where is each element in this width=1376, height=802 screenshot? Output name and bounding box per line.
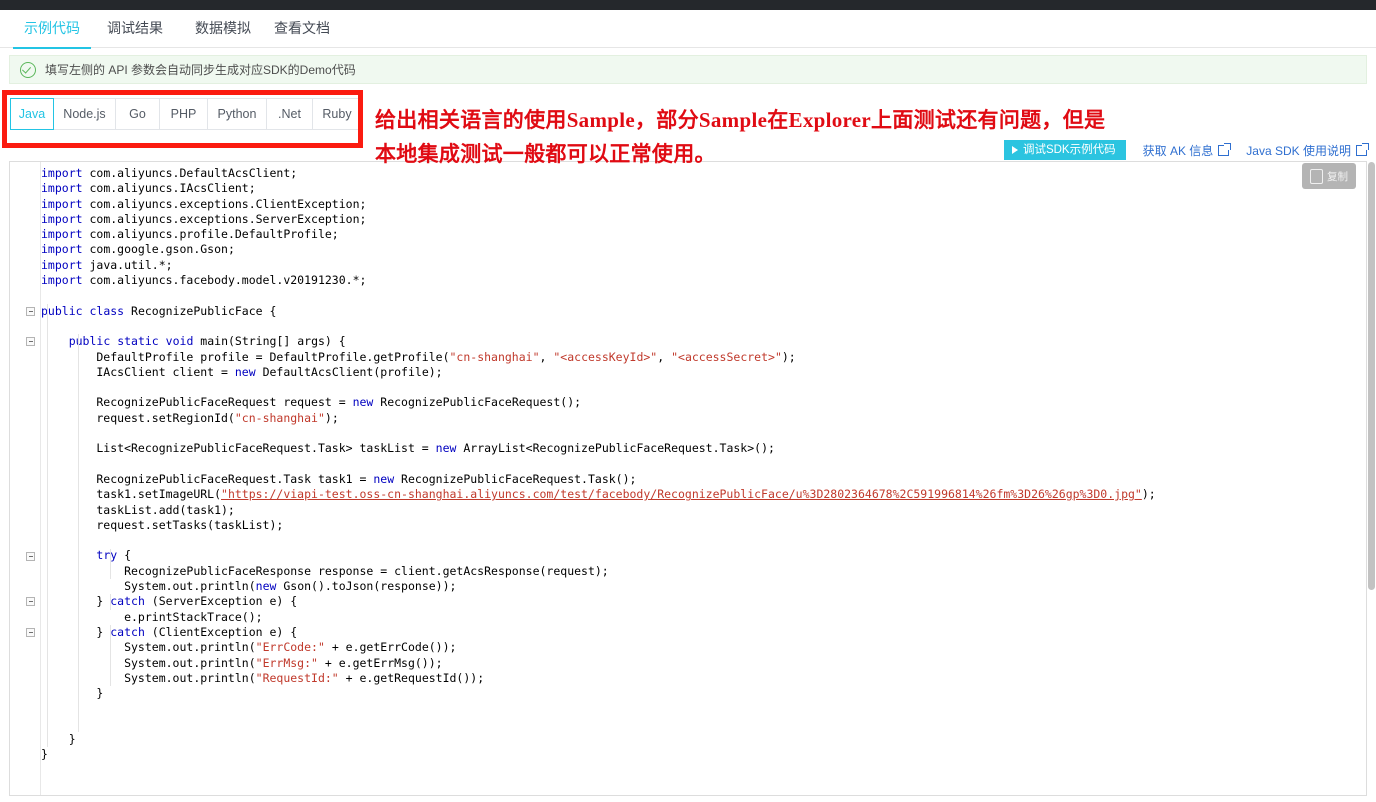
- code-line: import com.aliyuncs.exceptions.ClientExc…: [41, 196, 367, 211]
- code-line: import com.aliyuncs.facebody.model.v2019…: [41, 273, 367, 288]
- code-fold-toggle[interactable]: [26, 306, 35, 316]
- code-line: IAcsClient client = new DefaultAcsClient…: [41, 364, 443, 379]
- code-toolbar: 调试SDK示例代码 获取 AK 信息 Java SDK 使用说明: [1003, 140, 1369, 160]
- annotation-line-1: 给出相关语言的使用Sample，部分Sample在Explorer上面测试还有问…: [375, 108, 1106, 132]
- copy-code-button[interactable]: 复制: [1302, 163, 1356, 189]
- code-line: request.setTasks(taskList);: [41, 517, 284, 532]
- main-tab-bar: 示例代码 调试结果 数据模拟 查看文档: [0, 10, 1376, 49]
- indent-guide: [47, 303, 48, 748]
- language-tab-java[interactable]: Java: [10, 98, 54, 130]
- notice-text: 填写左侧的 API 参数会自动同步生成对应SDK的Demo代码: [45, 63, 356, 77]
- tab-debug-result[interactable]: 调试结果: [105, 10, 165, 47]
- run-sdk-sample-label: 调试SDK示例代码: [1022, 144, 1116, 156]
- code-line: e.printStackTrace();: [41, 609, 263, 624]
- code-fold-toggle[interactable]: [26, 337, 35, 347]
- code-line: import com.aliyuncs.exceptions.ServerExc…: [41, 211, 367, 226]
- code-fold-toggle[interactable]: [26, 597, 35, 607]
- get-ak-info-link[interactable]: 获取 AK 信息: [1142, 142, 1232, 159]
- language-tab-go[interactable]: Go: [116, 98, 160, 130]
- tab-view-docs[interactable]: 查看文档: [272, 10, 332, 47]
- code-line: RecognizePublicFaceResponse response = c…: [41, 563, 609, 578]
- code-line: import com.aliyuncs.profile.DefaultProfi…: [41, 227, 339, 242]
- external-link-icon: [1356, 142, 1369, 156]
- language-tab-ruby[interactable]: Ruby: [313, 98, 362, 130]
- code-line: RecognizePublicFaceRequest.Task task1 = …: [41, 471, 637, 486]
- code-line: import com.aliyuncs.IAcsClient;: [41, 181, 256, 196]
- code-gutter: [10, 162, 41, 795]
- copy-document-icon: [1310, 168, 1323, 184]
- play-icon: [1011, 146, 1018, 154]
- code-line: task1.setImageURL("https://viapi-test.os…: [41, 487, 1156, 502]
- language-tab-python[interactable]: Python: [208, 98, 267, 130]
- code-line: try {: [96, 548, 132, 563]
- language-tab-row: Java Node.js Go PHP Python .Net Ruby: [10, 98, 362, 130]
- code-line: }: [41, 747, 48, 762]
- code-panel[interactable]: import com.aliyuncs.DefaultAcsClient; imp…: [9, 161, 1367, 796]
- code-line: public static void main(String[] args) {: [68, 334, 346, 349]
- external-link-icon: [1218, 142, 1232, 156]
- code-content[interactable]: import com.aliyuncs.DefaultAcsClient; imp…: [41, 166, 1366, 795]
- top-dark-bar: [0, 0, 1376, 10]
- notice-bar: 填写左侧的 API 参数会自动同步生成对应SDK的Demo代码: [9, 55, 1367, 84]
- java-sdk-docs-link[interactable]: Java SDK 使用说明: [1246, 142, 1369, 159]
- tab-data-mock[interactable]: 数据模拟: [193, 10, 253, 47]
- code-line: System.out.println("ErrMsg:" + e.getErrM…: [41, 655, 443, 670]
- check-circle-icon: [20, 61, 36, 78]
- code-line: System.out.println(new Gson().toJson(res…: [41, 579, 457, 594]
- code-line: }: [41, 686, 104, 701]
- code-line: List<RecognizePublicFaceRequest.Task> ta…: [41, 441, 775, 456]
- code-line: System.out.println("RequestId:" + e.getR…: [41, 670, 485, 685]
- code-fold-toggle[interactable]: [26, 628, 35, 637]
- java-sdk-docs-label: Java SDK 使用说明: [1246, 143, 1351, 158]
- code-line: } catch (ClientException e) {: [41, 624, 298, 639]
- vertical-scrollbar-thumb[interactable]: [1368, 162, 1375, 590]
- indent-guide: [110, 548, 111, 580]
- code-line: request.setRegionId("cn-shanghai");: [41, 410, 339, 425]
- get-ak-info-label: 获取 AK 信息: [1142, 143, 1214, 158]
- code-line: import com.google.gson.Gson;: [41, 242, 235, 257]
- code-line: public class RecognizePublicFace {: [41, 303, 277, 318]
- code-line: } catch (ServerException e) {: [41, 594, 298, 609]
- indent-guide: [78, 334, 79, 733]
- code-line: DefaultProfile profile = DefaultProfile.…: [41, 349, 796, 364]
- code-line: RecognizePublicFaceRequest request = new…: [41, 395, 582, 410]
- code-fold-toggle[interactable]: [26, 551, 35, 561]
- code-line: import java.util.*;: [41, 257, 173, 272]
- code-line: System.out.println("ErrCode:" + e.getErr…: [41, 640, 457, 655]
- horizontal-scrollbar-track[interactable]: [9, 796, 1367, 802]
- code-line: }: [41, 731, 76, 746]
- copy-code-label: 复制: [1327, 170, 1348, 183]
- language-tab-net[interactable]: .Net: [267, 98, 313, 130]
- indent-guide: [110, 625, 111, 687]
- tab-sample-code[interactable]: 示例代码: [13, 10, 91, 49]
- language-tab-php[interactable]: PHP: [160, 98, 208, 130]
- language-tab-node-js[interactable]: Node.js: [54, 98, 116, 130]
- run-sdk-sample-button[interactable]: 调试SDK示例代码: [1003, 140, 1126, 160]
- code-line: taskList.add(task1);: [41, 502, 235, 517]
- code-line: import com.aliyuncs.DefaultAcsClient;: [41, 166, 298, 180]
- indent-guide: [110, 594, 111, 610]
